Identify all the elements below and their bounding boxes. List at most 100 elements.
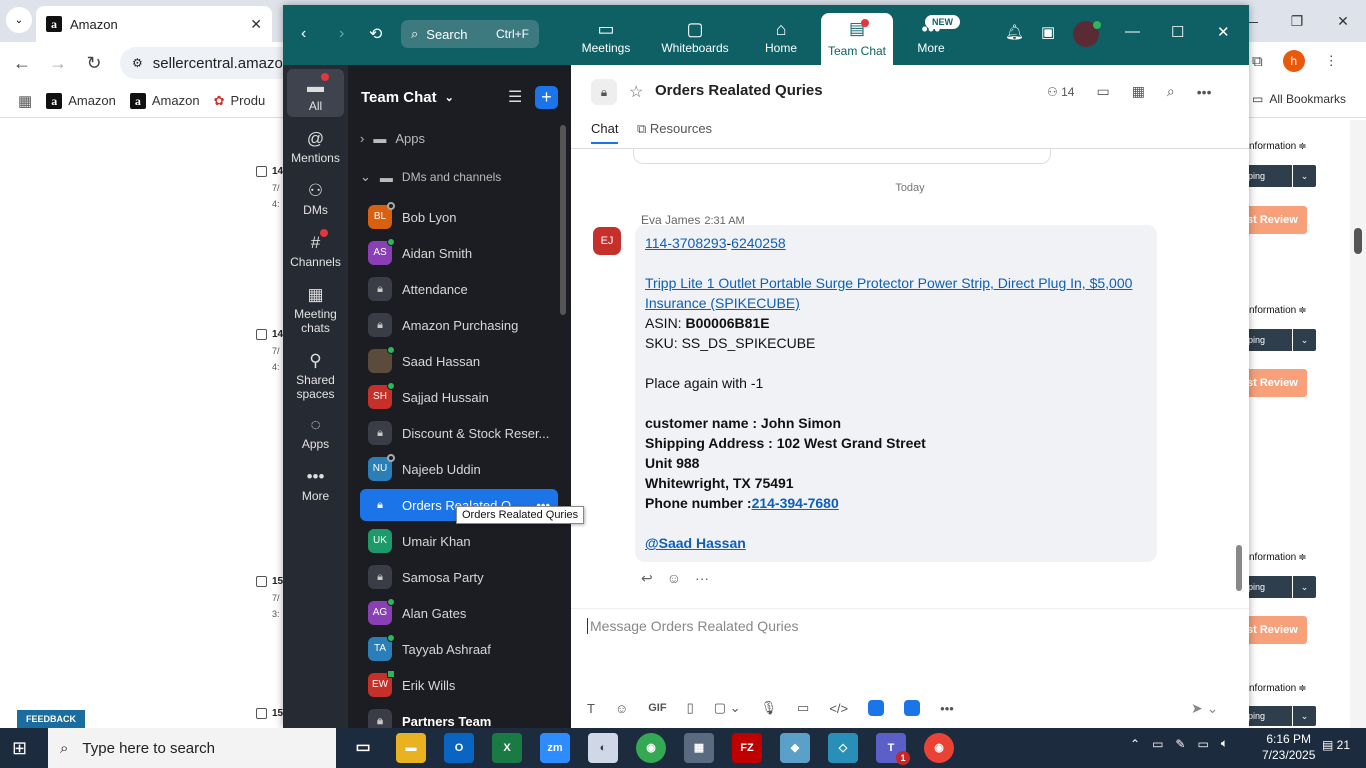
forward-icon[interactable]: › (339, 25, 344, 43)
tab-more[interactable]: ••• More (911, 19, 951, 55)
row-checkbox[interactable] (256, 576, 267, 587)
back-icon[interactable]: ← (4, 45, 40, 81)
chat-list-item[interactable]: AG Alan Gates (360, 597, 558, 629)
chat-list-item[interactable]: 🔒︎ Attendance (360, 273, 558, 305)
shipping-dropdown[interactable]: ping ⌄ (1238, 329, 1316, 351)
file-explorer-icon[interactable]: ▬ (396, 733, 426, 763)
information-link[interactable]: nformation ≑ (1249, 683, 1307, 694)
microphone-icon[interactable]: 🎙︎ (761, 700, 778, 716)
minimize-icon[interactable]: — (1125, 23, 1140, 40)
emoji-reaction-icon[interactable]: ☺ (667, 570, 681, 587)
sidebar-item-apps[interactable]: ◌ Apps (283, 415, 348, 451)
apps-icon[interactable]: ▣ (1041, 23, 1055, 41)
section-apps[interactable]: › ▬ Apps (360, 131, 425, 146)
restore-icon[interactable]: ❐ (1274, 13, 1320, 30)
chat-list-item[interactable]: TA Tayyab Ashraaf (360, 633, 558, 665)
tab-team-chat[interactable]: ▤ Team Chat (821, 13, 893, 65)
chrome-icon[interactable]: ◉ (636, 733, 666, 763)
history-icon[interactable]: ⟲ (369, 24, 382, 44)
apps-grid-icon[interactable]: ▦ (18, 92, 32, 110)
review-button[interactable]: st Review (1241, 369, 1307, 397)
more-icon[interactable]: ••• (1197, 84, 1212, 100)
search-icon[interactable]: ⌕ (1167, 83, 1175, 100)
forward-icon[interactable]: → (40, 45, 76, 81)
teams-icon[interactable]: T1 (876, 733, 910, 765)
filter-icon[interactable]: ☰ (508, 87, 522, 107)
close-window-icon[interactable]: ✕ (1320, 13, 1366, 30)
chat-list-item[interactable]: Saad Hassan (360, 345, 558, 377)
tab-chat[interactable]: Chat (591, 121, 619, 144)
sidebar-item-shared-spaces[interactable]: ⚲ Shared spaces (283, 351, 348, 401)
tab-home[interactable]: ⌂ Home (761, 19, 801, 55)
tab-list-button[interactable]: ⌄ (6, 7, 32, 33)
windows-start-icon[interactable]: ⊞ (12, 738, 27, 759)
chat-list-item[interactable]: AS Aidan Smith (360, 237, 558, 269)
information-link[interactable]: nformation ≑ (1249, 305, 1307, 316)
sidebar-item-mentions[interactable]: @ Mentions (283, 129, 348, 165)
taskbar-search[interactable]: ⌕ Type here to search (48, 728, 336, 768)
excel-icon[interactable]: X (492, 733, 522, 763)
screenshot-icon[interactable]: ▢ ⌄ (714, 700, 741, 716)
network-icon[interactable]: ▭ (1152, 737, 1163, 751)
app-icon[interactable] (904, 700, 921, 716)
video-message-icon[interactable]: ▭ (797, 700, 809, 716)
shipping-dropdown[interactable]: ping ⌄ (1238, 576, 1316, 598)
file-icon[interactable]: ▯ (687, 700, 694, 716)
app-icon[interactable]: ◆ (780, 733, 810, 763)
sidebar-item-more[interactable]: ••• More (283, 467, 348, 503)
volume-icon[interactable]: 🔈︎ (1221, 736, 1228, 751)
clock[interactable]: 6:16 PM 7/23/2025 (1262, 731, 1315, 763)
code-icon[interactable]: </> (829, 701, 848, 716)
profile-avatar[interactable]: h (1282, 50, 1305, 72)
video-icon[interactable]: ▭ (1096, 83, 1109, 100)
review-button[interactable]: st Review (1241, 206, 1307, 234)
pen-icon[interactable]: ✎ (1175, 737, 1185, 751)
chat-list-item[interactable]: 🔒︎ Samosa Party (360, 561, 558, 593)
shipping-dropdown[interactable]: ping ⌄ (1238, 705, 1316, 727)
product-link[interactable]: Tripp Lite 1 Outlet Portable Surge Prote… (645, 275, 1132, 311)
shipping-dropdown[interactable]: ping ⌄ (1238, 165, 1316, 187)
review-button[interactable]: st Review (1241, 616, 1307, 644)
chevron-up-icon[interactable]: ⌃ (1130, 737, 1140, 751)
chat-list-item[interactable]: 🔒︎ Discount & Stock Reser... (360, 417, 558, 449)
chat-list-item[interactable]: 🔒︎ Amazon Purchasing (360, 309, 558, 341)
calculator-icon[interactable]: ▦ (684, 733, 714, 763)
page-scrollbar[interactable] (1350, 120, 1366, 728)
row-checkbox[interactable] (256, 166, 267, 177)
emoji-icon[interactable]: ☺ (615, 701, 628, 716)
message-input[interactable]: Message Orders Realated Quries (587, 618, 1087, 634)
avatar[interactable]: EJ (593, 227, 621, 255)
chat-list-item[interactable]: SH Sajjad Hussain (360, 381, 558, 413)
bell-icon[interactable]: 🔔︎ (1005, 23, 1024, 41)
all-bookmarks[interactable]: ▭ All Bookmarks (1252, 92, 1346, 106)
reload-icon[interactable]: ↻ (76, 45, 112, 81)
order-id-link[interactable]: 114-3708293 (645, 235, 726, 251)
scrollbar-thumb[interactable] (1354, 228, 1362, 254)
chat-list-item[interactable]: EW Erik Wills (360, 669, 558, 701)
extensions-icon[interactable]: ⧉ (1252, 53, 1263, 70)
close-icon[interactable]: ✕ (1217, 23, 1230, 41)
bookmark-item[interactable]: ✿ Produ (214, 93, 266, 109)
sidebar-item-dms[interactable]: ⚇ DMs (283, 181, 348, 217)
row-checkbox[interactable] (256, 329, 267, 340)
information-link[interactable]: nformation ≑ (1249, 141, 1307, 152)
gif-button[interactable]: GIF (648, 702, 666, 714)
maximize-icon[interactable]: ☐ (1171, 23, 1184, 41)
back-icon[interactable]: ‹ (301, 25, 306, 43)
tab-whiteboards[interactable]: ▢ Whiteboards (657, 19, 733, 55)
calendar-icon[interactable]: ▦ (1132, 83, 1145, 100)
close-tab-icon[interactable]: ✕ (250, 16, 262, 33)
tab-meetings[interactable]: ▭ Meetings (579, 19, 633, 55)
mention-link[interactable]: @Saad Hassan (645, 535, 746, 551)
bookmark-item[interactable]: a Amazon (46, 92, 116, 109)
format-text-icon[interactable]: T (587, 701, 595, 716)
menu-icon[interactable]: ⋮ (1325, 53, 1338, 69)
panel-scrollbar[interactable] (560, 125, 566, 315)
chrome-icon[interactable]: ◉ (924, 733, 954, 763)
notification-center-icon[interactable]: ▤ 21 (1322, 738, 1350, 752)
outlook-icon[interactable]: O (444, 733, 474, 763)
tab-resources[interactable]: ⧉ Resources (637, 121, 712, 137)
bookmark-item[interactable]: a Amazon (129, 92, 200, 109)
section-dms-channels[interactable]: ⌄ ▬ DMs and channels (360, 169, 501, 185)
information-link[interactable]: nformation ≑ (1249, 552, 1307, 563)
